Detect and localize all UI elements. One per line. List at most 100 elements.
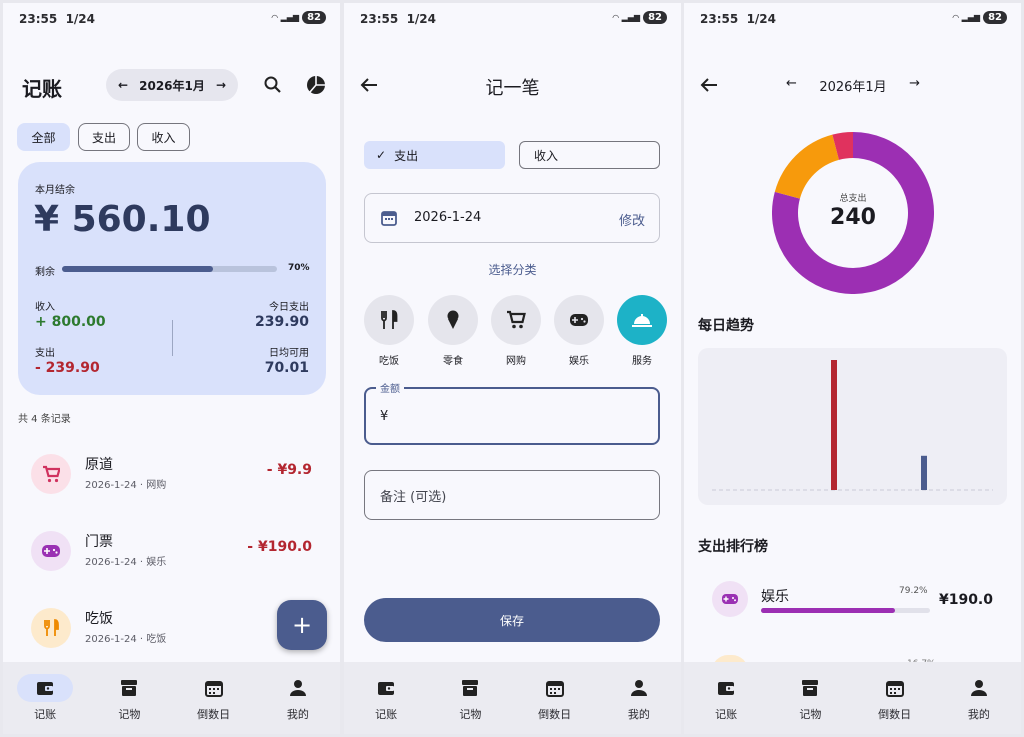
balance-label: 本月结余: [35, 185, 75, 196]
category-food[interactable]: 吃饭: [364, 295, 414, 367]
nav-me[interactable]: 我的: [597, 662, 681, 734]
utensils-icon: [364, 295, 414, 345]
nav-label: 我的: [627, 708, 650, 721]
nav-ledger[interactable]: 记账: [684, 662, 768, 734]
battery-icon: 82: [643, 11, 667, 24]
status-bar: 23:55 1/24 ◠ ▂▄▆ 82: [684, 3, 1021, 37]
utensils-icon: [31, 608, 71, 648]
income-label: 收入: [35, 302, 55, 313]
nav-label: 倒数日: [878, 708, 912, 721]
rank-percent: 79.2%: [899, 586, 928, 596]
pie-chart-icon[interactable]: [306, 75, 326, 95]
daily-trend-chart: [698, 348, 1007, 505]
wallet-icon: [17, 674, 74, 702]
page-title: 记账: [22, 77, 62, 101]
month-switcher: ← 2026年1月 →: [106, 69, 238, 101]
nav-items[interactable]: 记物: [428, 662, 512, 734]
add-record-button[interactable]: +: [277, 600, 327, 650]
nav-ledger[interactable]: 记账: [344, 662, 428, 734]
filter-all[interactable]: 全部: [17, 123, 70, 151]
nav-items[interactable]: 记物: [87, 662, 171, 734]
remain-label: 剩余: [35, 267, 55, 278]
nav-me[interactable]: 我的: [937, 662, 1021, 734]
summary-card: 本月结余 ¥ 560.10 剩余 70% 收入 + 800.00 支出 - 23…: [18, 162, 326, 395]
archive-icon: [101, 674, 157, 702]
nav-label: 我的: [967, 708, 990, 721]
category-service[interactable]: 服务: [617, 295, 667, 367]
status-bar: 23:55 1/24 ◠ ▂▄▆ 82: [344, 3, 681, 37]
remain-bar: [62, 266, 213, 272]
record-subtitle: 2026-1-24 · 娱乐: [85, 557, 167, 568]
back-arrow-icon[interactable]: [700, 77, 718, 93]
filter-expense[interactable]: 支出: [78, 123, 130, 151]
type-income-toggle[interactable]: 收入: [519, 141, 660, 169]
income-value: + 800.00: [35, 314, 106, 330]
trend-bar: [921, 455, 927, 490]
rank-amount: ¥190.0: [938, 592, 993, 608]
nav-countdown[interactable]: 倒数日: [513, 662, 597, 734]
amount-field[interactable]: 金额 ¥: [364, 380, 660, 445]
expense-value: - 239.90: [35, 360, 100, 376]
prev-month-icon[interactable]: ←: [786, 76, 797, 95]
check-icon: ✓: [376, 148, 387, 162]
month-label: 2026年1月: [139, 78, 205, 93]
trend-svg: [712, 360, 993, 491]
status-date: 1/24: [746, 12, 776, 26]
rank-bar: [761, 608, 895, 613]
nav-countdown[interactable]: 倒数日: [172, 662, 256, 734]
divider: [172, 320, 173, 356]
category-snack[interactable]: 零食: [428, 295, 478, 367]
record-subtitle: 2026-1-24 · 吃饭: [85, 634, 167, 645]
next-month-icon[interactable]: →: [909, 76, 920, 95]
nav-label: 记物: [799, 708, 822, 721]
list-item[interactable]: 门票 2026-1-24 · 娱乐 - ¥190.0: [3, 517, 340, 587]
save-button[interactable]: 保存: [364, 598, 660, 642]
next-month-icon[interactable]: →: [216, 78, 226, 92]
gamepad-icon: [712, 581, 748, 617]
calendar-icon: [186, 674, 242, 702]
category-label: 零食: [443, 356, 463, 367]
rank-title: 支出排行榜: [698, 539, 768, 555]
calendar-icon: [381, 211, 397, 226]
note-field[interactable]: 备注 (可选): [364, 470, 660, 520]
gamepad-icon: [31, 531, 71, 571]
prev-month-icon[interactable]: ←: [118, 78, 128, 92]
status-time: 23:55: [700, 12, 739, 26]
donut-total: 240: [830, 205, 876, 230]
add-record-screen: 23:55 1/24 ◠ ▂▄▆ 82 记一笔 ✓ 支出 收入 2026-1-24 …: [344, 3, 681, 734]
search-icon[interactable]: [264, 76, 282, 94]
person-icon: [951, 674, 1007, 702]
daily-label: 日均可用: [269, 348, 309, 359]
record-title: 门票: [85, 534, 113, 550]
ice-cream-icon: [428, 295, 478, 345]
nav-label: 记账: [375, 708, 398, 721]
date-field[interactable]: 2026-1-24 修改: [364, 193, 660, 243]
archive-icon: [442, 674, 498, 702]
edit-date-button[interactable]: 修改: [619, 210, 645, 229]
record-title: 原道: [85, 457, 113, 473]
nav-items[interactable]: 记物: [768, 662, 852, 734]
rank-item[interactable]: 娱乐 79.2% ¥190.0: [684, 575, 1021, 625]
nav-ledger[interactable]: 记账: [3, 662, 87, 734]
wifi-icon: ◠ ▂▄▆: [952, 13, 981, 22]
nav-label: 记账: [34, 708, 57, 721]
remain-percent: 70%: [288, 263, 310, 273]
list-item[interactable]: 原道 2026-1-24 · 网购 - ¥9.9: [3, 440, 340, 510]
nav-countdown[interactable]: 倒数日: [853, 662, 937, 734]
status-time: 23:55: [360, 12, 399, 26]
nav-label: 记账: [715, 708, 738, 721]
category-entertainment[interactable]: 娱乐: [554, 295, 604, 367]
service-bell-icon: [617, 295, 667, 345]
person-icon: [611, 674, 667, 702]
expense-label: 支出: [35, 348, 55, 359]
date-value: 2026-1-24: [414, 210, 482, 225]
type-expense-toggle[interactable]: ✓ 支出: [364, 141, 505, 169]
note-placeholder: 备注 (可选): [380, 490, 447, 505]
filter-income[interactable]: 收入: [137, 123, 190, 151]
archive-icon: [782, 674, 838, 702]
nav-me[interactable]: 我的: [256, 662, 340, 734]
ledger-screen: 23:55 1/24 ◠ ▂▄▆ 82 记账 ← 2026年1月 → 全部 支出 …: [3, 3, 340, 734]
category-shopping[interactable]: 网购: [491, 295, 541, 367]
status-date: 1/24: [65, 12, 95, 26]
balance-value: ¥ 560.10: [34, 199, 211, 240]
